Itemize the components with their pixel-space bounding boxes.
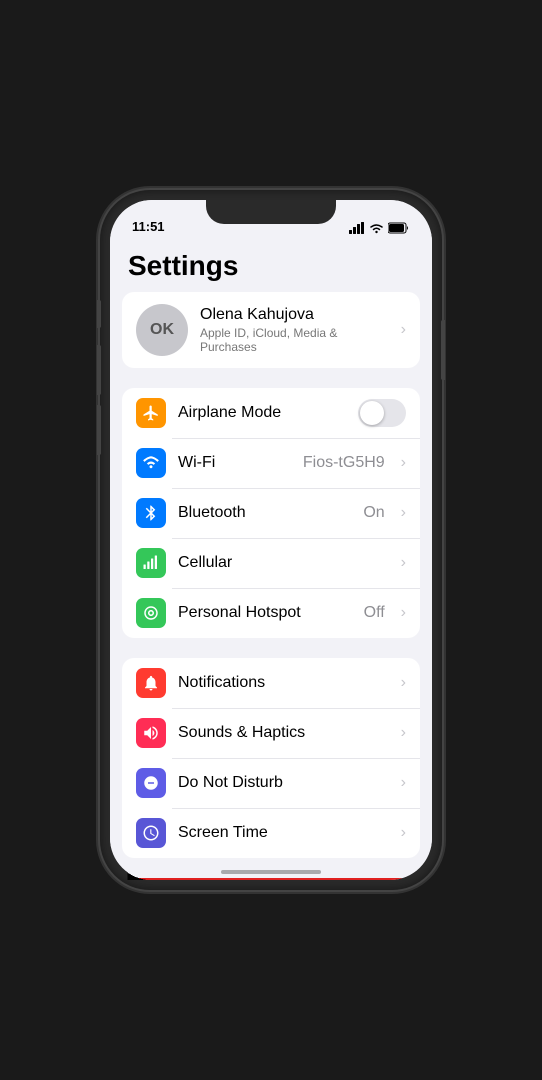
profile-chevron: › <box>401 321 406 339</box>
hotspot-chevron: › <box>401 604 406 622</box>
wifi-chevron: › <box>401 454 406 472</box>
donotdisturb-icon <box>142 774 160 792</box>
cellular-row[interactable]: Cellular › <box>122 538 420 588</box>
phone-screen: 11:51 <box>110 200 432 880</box>
wifi-icon <box>142 454 160 472</box>
general-group: General › Control Center › <box>122 878 420 880</box>
bluetooth-chevron: › <box>401 504 406 522</box>
airplane-mode-row[interactable]: Airplane Mode <box>122 388 420 438</box>
airplane-mode-toggle[interactable] <box>358 399 406 427</box>
profile-avatar: OK <box>136 304 188 356</box>
notifications-label: Notifications <box>178 674 389 692</box>
sounds-icon <box>142 724 160 742</box>
sounds-row[interactable]: Sounds & Haptics › <box>122 708 420 758</box>
volume-up-button <box>97 345 101 395</box>
profile-info: Olena Kahujova Apple ID, iCloud, Media &… <box>200 306 389 354</box>
airplane-mode-toggle-knob <box>360 401 384 425</box>
cellular-label: Cellular <box>178 554 389 572</box>
screentime-label: Screen Time <box>178 824 389 842</box>
wifi-icon-wrap <box>136 448 166 478</box>
donotdisturb-icon-wrap <box>136 768 166 798</box>
wifi-value: Fios-tG5H9 <box>303 454 385 472</box>
screentime-icon-wrap <box>136 818 166 848</box>
notifications-icon-wrap <box>136 668 166 698</box>
settings-scroll-area[interactable]: Settings OK Olena Kahujova Apple ID, iCl… <box>110 238 432 880</box>
cellular-icon-wrap <box>136 548 166 578</box>
airplane-mode-icon-wrap <box>136 398 166 428</box>
profile-name: Olena Kahujova <box>200 306 389 324</box>
airplane-icon <box>142 404 160 422</box>
profile-section: OK Olena Kahujova Apple ID, iCloud, Medi… <box>122 292 420 368</box>
sounds-icon-wrap <box>136 718 166 748</box>
cellular-icon <box>142 554 160 572</box>
hotspot-icon-wrap <box>136 598 166 628</box>
bluetooth-icon <box>142 504 160 522</box>
bluetooth-row[interactable]: Bluetooth On › <box>122 488 420 538</box>
hotspot-row[interactable]: Personal Hotspot Off › <box>122 588 420 638</box>
bluetooth-label: Bluetooth <box>178 504 351 522</box>
hotspot-value: Off <box>364 604 385 622</box>
general-row[interactable]: General › <box>122 878 420 880</box>
settings-title: Settings <box>110 238 432 292</box>
wifi-label: Wi-Fi <box>178 454 291 472</box>
profile-subtitle: Apple ID, iCloud, Media & Purchases <box>200 326 389 354</box>
bluetooth-icon-wrap <box>136 498 166 528</box>
connectivity-group: Airplane Mode Wi-Fi Fios-tG5H9 › <box>122 388 420 638</box>
hotspot-icon <box>142 604 160 622</box>
wifi-row[interactable]: Wi-Fi Fios-tG5H9 › <box>122 438 420 488</box>
hotspot-label: Personal Hotspot <box>178 604 352 622</box>
mute-button <box>97 300 101 328</box>
notifications-chevron: › <box>401 674 406 692</box>
screentime-row[interactable]: Screen Time › <box>122 808 420 858</box>
donotdisturb-row[interactable]: Do Not Disturb › <box>122 758 420 808</box>
sounds-label: Sounds & Haptics <box>178 724 389 742</box>
bluetooth-value: On <box>363 504 384 522</box>
airplane-mode-label: Airplane Mode <box>178 404 346 422</box>
donotdisturb-label: Do Not Disturb <box>178 774 389 792</box>
notifications-row[interactable]: Notifications › <box>122 658 420 708</box>
status-time: 11:51 <box>132 219 165 234</box>
cellular-chevron: › <box>401 554 406 572</box>
status-icons <box>349 222 410 234</box>
phone-frame: 11:51 <box>100 190 442 890</box>
profile-row[interactable]: OK Olena Kahujova Apple ID, iCloud, Medi… <box>122 292 420 368</box>
volume-down-button <box>97 405 101 455</box>
signal-icon <box>349 222 365 234</box>
notifications-icon <box>142 674 160 692</box>
battery-status-icon <box>388 222 410 234</box>
donotdisturb-chevron: › <box>401 774 406 792</box>
home-indicator <box>221 870 321 874</box>
notifications-group: Notifications › Sounds & Haptics › <box>122 658 420 858</box>
sounds-chevron: › <box>401 724 406 742</box>
wifi-status-icon <box>369 222 384 234</box>
power-button <box>441 320 445 380</box>
screentime-chevron: › <box>401 824 406 842</box>
screentime-icon <box>142 824 160 842</box>
notch <box>206 200 336 224</box>
